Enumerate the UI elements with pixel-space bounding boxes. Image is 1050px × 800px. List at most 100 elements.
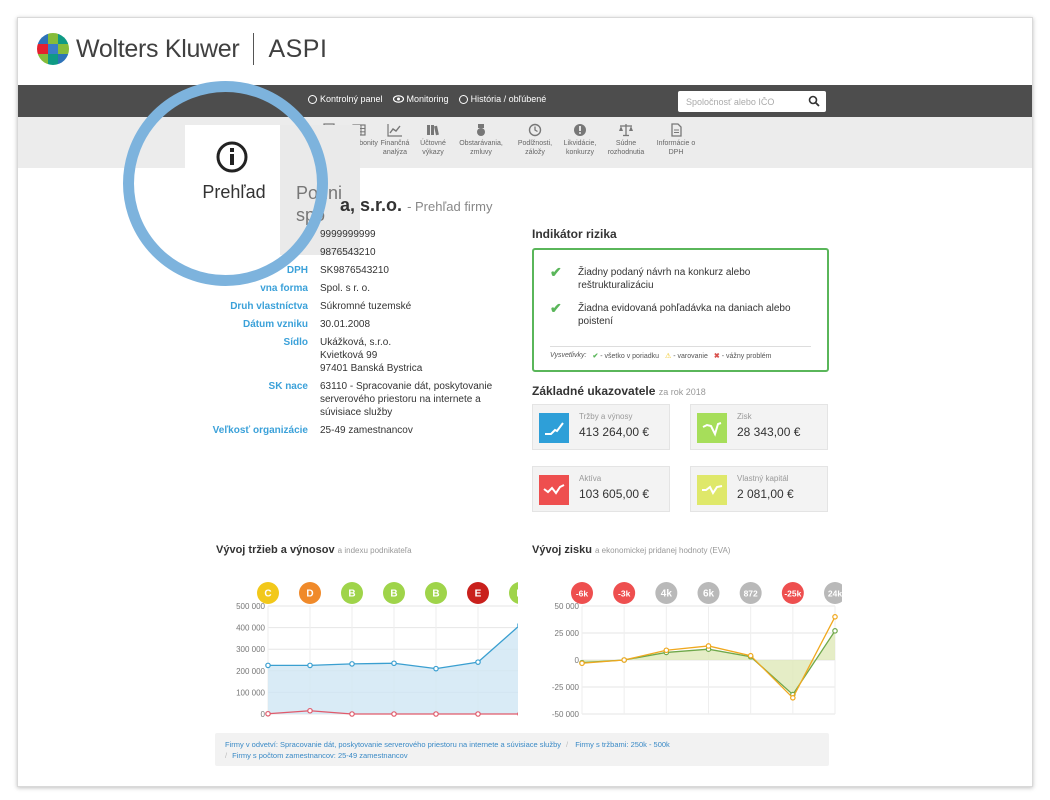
y-tick-label: 400 000: [236, 624, 265, 633]
data-point: [265, 710, 271, 717]
info-value: 9876543210: [320, 247, 376, 258]
info-value: 9999999999: [320, 229, 376, 240]
toplink-monitoring[interactable]: Monitoring: [392, 94, 449, 104]
info-value: 30.01.2008: [320, 319, 371, 330]
x-tick-label: 2015: [385, 717, 403, 718]
wolters-kluwer-logo-icon: [37, 33, 69, 65]
indicators-subtitle: za rok 2018: [658, 387, 706, 397]
badge-label: B: [432, 589, 439, 600]
badge-label: C: [264, 589, 271, 600]
data-point: [391, 711, 397, 717]
badge-label: -6k: [576, 589, 589, 599]
indicators-title: Základné ukazovatele za rok 2018: [532, 384, 706, 398]
indicator-card-aktiva[interactable]: Aktíva 103 605,00 €: [532, 466, 670, 512]
toplink-label: História / obľúbené: [470, 94, 547, 104]
risk-legend: Vysvetlivky: ✔ - všetko v poriadku ⚠ - v…: [550, 352, 772, 360]
y-tick-label: 500 000: [236, 602, 265, 611]
nav-item-likvidacie[interactable]: Likvidácie, konkurzy: [558, 123, 602, 157]
toplink-history[interactable]: História / obľúbené: [458, 94, 547, 104]
x-tick-label: 2018: [826, 717, 842, 718]
legend-label: Vysvetlivky:: [550, 352, 587, 359]
info-label: Druh vlastníctva: [230, 301, 308, 312]
company-title: a, s.r.o. - Prehľad firmy: [340, 195, 492, 216]
search-icon[interactable]: [808, 95, 820, 107]
x-tick-label: 2013: [615, 717, 633, 718]
app-frame: Wolters Kluwer ASPI Kontrolný panel Moni…: [17, 17, 1033, 787]
x-tick-label: 2017: [784, 717, 802, 718]
x-tick-label: 2015: [700, 717, 718, 718]
indicator-card-vlastny-kapital[interactable]: Vlastný kapitál 2 081,00 €: [690, 466, 828, 512]
brand-name: Wolters Kluwer: [76, 34, 240, 63]
legend-bad-text: - vážny problém: [721, 353, 772, 360]
nav-item-informacie-dph[interactable]: Informácie o DPH: [654, 123, 698, 157]
nav-item-sudne-rozhodnutia[interactable]: Súdne rozhodnutia: [604, 123, 648, 157]
data-point: [747, 652, 754, 659]
indicator-value: 413 264,00 €: [579, 425, 650, 439]
nav-item-podlznosti[interactable]: Podlžnosti, záložy: [513, 123, 557, 157]
badge-label: 6k: [703, 589, 715, 600]
risk-item: ✔ Žiadny podaný návrh na konkurz alebo r…: [550, 264, 808, 292]
nav-label: Likvidácie, konkurzy: [563, 140, 597, 156]
tag-link[interactable]: Firmy s tržbami: 250k - 500k: [575, 740, 670, 749]
info-label: DPH: [286, 265, 308, 276]
tag-link[interactable]: Firmy v odvetví: Spracovanie dát, poskyt…: [225, 740, 561, 749]
data-point: [832, 613, 838, 620]
info-label: Dátum vzniku: [242, 319, 308, 330]
info-label: vna forma: [260, 283, 308, 294]
toplink-label: Kontrolný panel: [320, 94, 383, 104]
info-value: 63110 - Spracovanie dát, poskytovanie se…: [320, 381, 493, 418]
info-value: SK9876543210: [320, 265, 389, 276]
check-icon: ✔: [592, 353, 599, 360]
company-name: a, s.r.o.: [340, 195, 403, 215]
data-point: [433, 665, 439, 672]
check-icon: ✔: [550, 300, 562, 316]
info-row: DPH SK9876543210: [198, 264, 518, 277]
toplink-dashboard[interactable]: Kontrolný panel: [308, 94, 383, 104]
chart-subtitle: a ekonomickej pridanej hodnoty (EVA): [594, 546, 731, 555]
x-tick-label: 2014: [657, 717, 675, 718]
info-row: Sídlo Ukážková, s.r.o. Kvietková 99 97401…: [198, 336, 518, 375]
risk-item: ✔ Žiadna evidovaná pohľadávka na daniach…: [550, 300, 818, 328]
indicator-name: Aktíva: [579, 474, 602, 483]
risk-item-text: Žiadny podaný návrh na konkurz alebo reš…: [578, 267, 751, 291]
data-point: [705, 643, 712, 649]
clock-icon: [458, 94, 468, 104]
info-row: 9876543210: [198, 246, 518, 259]
brand-header: Wolters Kluwer ASPI: [36, 32, 327, 66]
alert-icon: [574, 124, 586, 136]
data-point: [832, 628, 838, 634]
nav-item-obstaravania[interactable]: Obstarávania, zmluvy: [456, 123, 506, 157]
data-point: [475, 659, 481, 665]
indicator-card-trzby[interactable]: Tržby a výnosy 413 264,00 €: [532, 404, 670, 450]
risk-box: ✔ Žiadny podaný návrh na konkurz alebo r…: [532, 248, 829, 372]
check-icon: ✔: [550, 264, 562, 280]
search-box: [678, 91, 826, 112]
data-point: [349, 711, 355, 717]
indicator-value: 28 343,00 €: [737, 425, 801, 439]
nav-item-uctovne-vykazy[interactable]: Účtovné výkazy: [411, 123, 455, 157]
data-point: [790, 695, 796, 701]
brand-separator: [253, 33, 255, 65]
profit-chart: -50 000-25 000025 00050 0002012201320142…: [552, 582, 842, 718]
revenue-chart: 0100 000200 000300 000400 000500 0002012…: [236, 582, 518, 718]
tag-link[interactable]: Firmy s počtom zamestnancov: 25-49 zames…: [232, 751, 408, 760]
data-point: [621, 657, 627, 663]
indicator-name: Zisk: [737, 412, 752, 421]
nav-label: Účtovné výkazy: [420, 140, 446, 156]
legend-bad: ✖ - vážny problém: [714, 352, 772, 360]
nav-label: Informácie o DPH: [656, 140, 696, 156]
indicator-value: 2 081,00 €: [737, 487, 794, 501]
product-name: ASPI: [268, 34, 328, 63]
books-icon: [427, 125, 439, 136]
search-input[interactable]: [678, 91, 796, 112]
warning-icon: ⚠: [665, 353, 672, 360]
legend-ok: ✔ - všetko v poriadku: [592, 352, 659, 360]
indicators-title-text: Základné ukazovatele: [532, 384, 656, 398]
info-label: SK nace: [268, 381, 308, 392]
legend-ok-text: - všetko v poriadku: [600, 353, 660, 360]
badge-label: -3k: [618, 589, 631, 599]
badge-label: B: [348, 589, 355, 600]
indicator-card-zisk[interactable]: Zisk 28 343,00 €: [690, 404, 828, 450]
info-value: 25-49 zamestnancov: [320, 425, 413, 436]
risk-title: Indikátor rizika: [532, 227, 617, 241]
